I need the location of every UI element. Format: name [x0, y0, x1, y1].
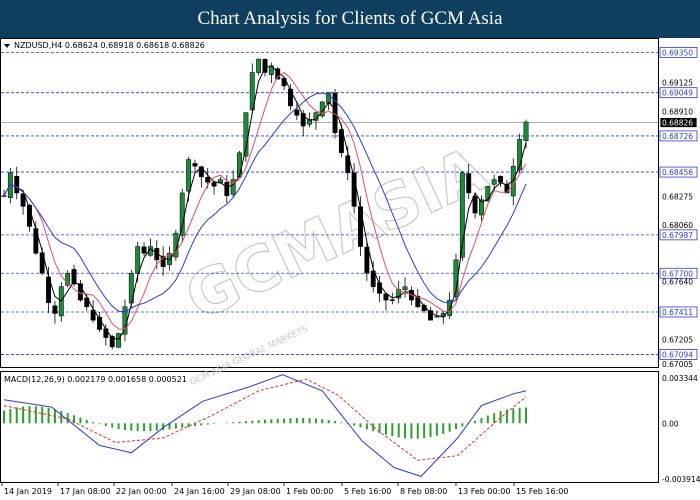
price-tick-label: 0.67005: [662, 360, 693, 369]
time-tick-label: 15 Feb 16:00: [516, 487, 568, 496]
banner: Chart Analysis for Clients of GCM Asia: [0, 0, 700, 38]
candle-body: [498, 176, 503, 183]
price-tick-label: 0.68826: [662, 119, 693, 128]
price-tick-label: 0.69125: [662, 79, 693, 88]
candle-body: [179, 192, 185, 236]
candle-body: [288, 88, 293, 107]
time-axis: 14 Jan 2019 17 Jan 08:00 22 Jan 00:00 24 Ja…: [1, 482, 568, 496]
candle-body: [186, 159, 192, 192]
time-tick-label: 17 Jan 08:00: [60, 487, 111, 496]
candle-body: [205, 176, 211, 183]
macd-tick-label: 0.003344: [662, 374, 698, 383]
price-axis: 0.69350 0.691250.69049 0.68910 0.68826 0.687…: [659, 46, 698, 369]
candle-body: [141, 246, 147, 254]
candle-body: [402, 286, 408, 291]
candle-body: [472, 196, 478, 214]
candle-body: [103, 328, 109, 338]
time-tick-label: 1 Feb 00:00: [286, 487, 333, 496]
time-tick-label: 29 Jan 08:00: [230, 487, 281, 496]
candle-body: [389, 299, 395, 301]
candle-body: [116, 333, 122, 348]
chart-header: NZDUSD,H4 0.68624 0.68918 0.68618 0.6882…: [14, 41, 205, 50]
time-tick-label: 14 Jan 2019: [4, 487, 52, 496]
macd-label: MACD(12,26,9) 0.002179 0.001658 0.000521: [4, 375, 187, 384]
candle-body: [466, 173, 472, 194]
macd-tick-label: 0.00: [662, 419, 679, 428]
price-tick-label: 0.68456: [662, 168, 693, 177]
candle-body: [364, 246, 370, 274]
price-tick-label: 0.67205: [662, 336, 693, 345]
candle-body: [192, 163, 198, 167]
candle-body: [358, 206, 363, 247]
candle-body: [230, 179, 236, 195]
candle-body: [14, 176, 20, 194]
candle-body: [491, 179, 497, 185]
chart-area: GCMASIAGCM ASIA GLOBAL MARKETS 0.693500.…: [0, 38, 700, 496]
candle-body: [33, 228, 39, 254]
price-tick-label: 0.67411: [662, 308, 693, 317]
price-tick-label: 0.68726: [662, 132, 693, 141]
macd-tick-label: -0.003914: [662, 475, 700, 484]
candle-body: [211, 182, 217, 187]
candle-body: [52, 305, 58, 314]
candle-body: [294, 109, 300, 116]
candle-body: [256, 58, 262, 73]
candle-body: [523, 121, 529, 141]
time-tick-label: 8 Feb 08:00: [400, 487, 447, 496]
price-tick-label: 0.67640: [662, 277, 693, 286]
price-tick-label: 0.67094: [662, 350, 693, 359]
macd-panel-frame: [0, 371, 659, 483]
candle-body: [237, 152, 242, 178]
price-tick-label: 0.69049: [662, 89, 693, 98]
price-tick-label: 0.69350: [662, 48, 693, 57]
time-tick-label: 13 Feb 00:00: [458, 487, 510, 496]
time-tick-label: 22 Jan 00:00: [116, 487, 167, 496]
price-tick-label: 0.68060: [662, 221, 693, 230]
time-tick-label: 5 Feb 16:00: [344, 487, 391, 496]
candle-body: [224, 182, 230, 196]
price-tick-label: 0.68275: [662, 192, 693, 201]
candle-body: [135, 246, 141, 274]
banner-title: Chart Analysis for Clients of GCM Asia: [197, 8, 503, 29]
time-tick-label: 24 Jan 16:00: [174, 487, 225, 496]
price-tick-label: 0.67987: [662, 231, 693, 240]
candle-body: [1, 195, 7, 197]
price-tick-label: 0.68910: [662, 107, 693, 116]
